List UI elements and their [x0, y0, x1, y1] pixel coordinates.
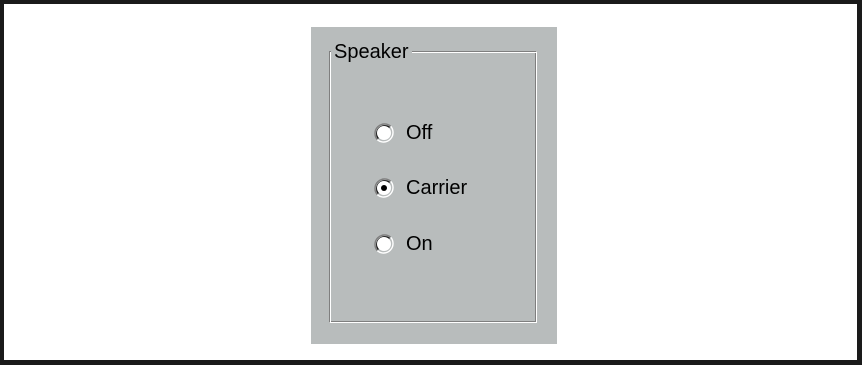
radio-checked-icon: [374, 178, 394, 198]
radio-option-on[interactable]: On: [374, 232, 433, 256]
speaker-group-title: Speaker: [331, 40, 412, 64]
radio-button-carrier[interactable]: [374, 178, 394, 198]
radio-option-carrier[interactable]: Carrier: [374, 176, 467, 200]
radio-option-off[interactable]: Off: [374, 121, 432, 145]
dialog-panel: Speaker Off Carrier On: [311, 27, 557, 344]
radio-unchecked-icon: [374, 234, 394, 254]
figure-frame: Speaker Off Carrier On: [0, 0, 862, 365]
radio-label-off: Off: [406, 122, 433, 144]
radio-unchecked-icon: [374, 123, 394, 143]
radio-label-carrier: Carrier: [406, 177, 468, 199]
radio-label-on: On: [406, 233, 433, 255]
radio-button-on[interactable]: [374, 234, 394, 254]
radio-button-off[interactable]: [374, 123, 394, 143]
